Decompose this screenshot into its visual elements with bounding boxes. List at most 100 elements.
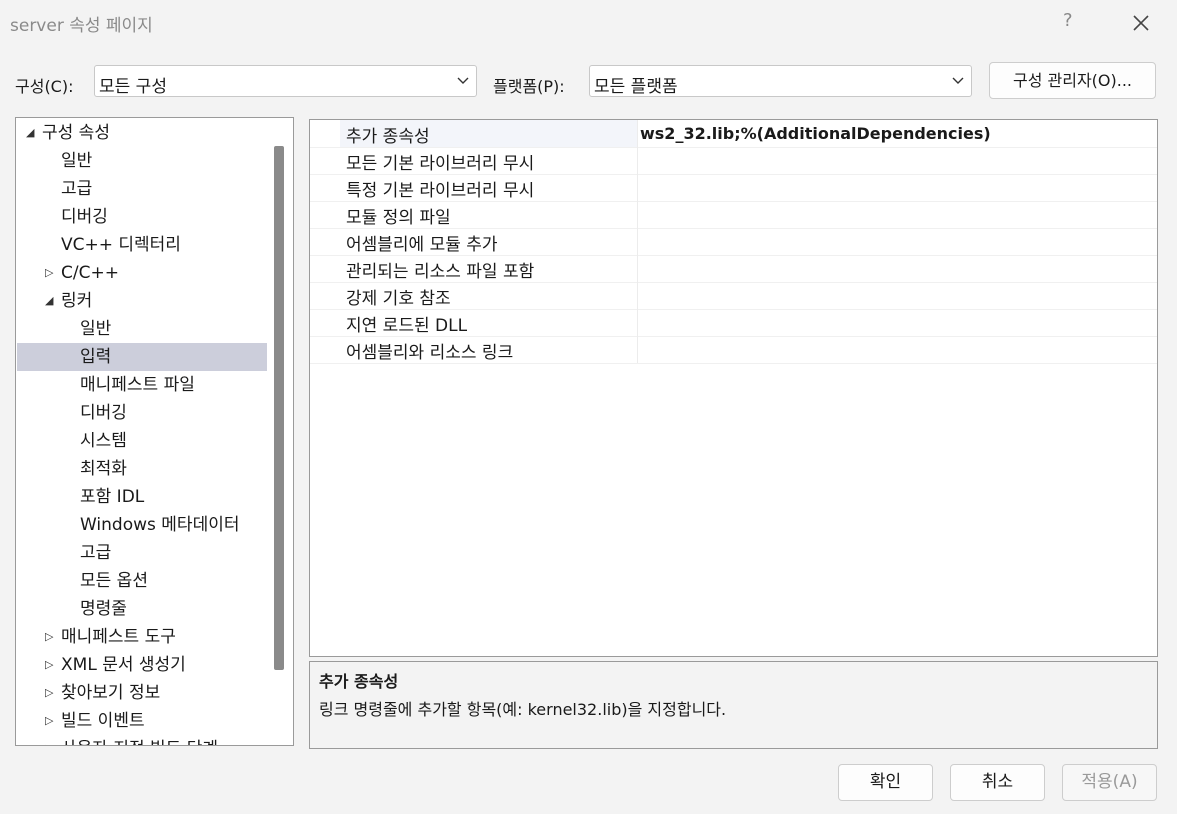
property-name: 추가 종속성 <box>346 127 430 147</box>
chevron-down-icon <box>952 77 964 84</box>
property-name: 지연 로드된 DLL <box>346 316 468 336</box>
column-divider <box>637 174 638 201</box>
property-row[interactable]: 어셈블리에 모듈 추가 <box>310 228 1157 256</box>
tree-item[interactable]: 일반 <box>17 315 267 343</box>
expand-arrow-icon[interactable]: ▷ <box>45 623 53 651</box>
tree-item-label: C/C++ <box>61 263 119 283</box>
column-divider <box>637 228 638 255</box>
tree-item-label: Windows 메타데이터 <box>80 515 240 535</box>
tree-item[interactable]: VC++ 디렉터리 <box>17 231 267 259</box>
collapse-arrow-icon[interactable]: ◢ <box>45 287 53 315</box>
close-icon[interactable] <box>1128 10 1154 36</box>
tree-item[interactable]: 명령줄 <box>17 595 267 623</box>
tree-scrollbar-thumb[interactable] <box>274 146 284 670</box>
description-title: 추가 종속성 <box>319 672 399 691</box>
window-title: server 속성 페이지 <box>10 16 153 36</box>
expand-arrow-icon[interactable]: ▷ <box>45 651 53 679</box>
tree-item[interactable]: Windows 메타데이터 <box>17 511 267 539</box>
tree-item[interactable]: ▷ 매니페스트 도구 <box>17 623 267 651</box>
config-label: 구성(C): <box>15 77 74 96</box>
property-name: 어셈블리에 모듈 추가 <box>346 235 498 255</box>
help-button[interactable]: ? <box>1063 10 1073 31</box>
column-divider <box>637 309 638 336</box>
tree-item[interactable]: ◢ 링커 <box>17 287 267 315</box>
property-row[interactable]: 어셈블리와 리소스 링크 <box>310 336 1157 364</box>
tree-item-label: 빌드 이벤트 <box>61 711 145 731</box>
expand-arrow-icon[interactable]: ▷ <box>45 707 53 735</box>
tree-item[interactable]: ▷ XML 문서 생성기 <box>17 651 267 679</box>
property-tree[interactable]: ◢ 구성 속성 일반 고급 디버깅 VC++ 디렉터리 ▷ C/C++ ◢ 링커 일반 입력 매니페스트… <box>15 117 294 746</box>
apply-button[interactable]: 적용(A) <box>1062 764 1157 801</box>
platform-dropdown-value: 모든 플랫폼 <box>594 77 678 97</box>
config-manager-button[interactable]: 구성 관리자(O)... <box>989 62 1156 99</box>
tree-item-label: 매니페스트 파일 <box>80 375 195 395</box>
description-text: 링크 명령줄에 추가할 항목(예: kernel32.lib)을 지정합니다. <box>319 700 727 719</box>
config-dropdown-value: 모든 구성 <box>99 77 167 97</box>
config-dropdown[interactable]: 모든 구성 <box>94 65 477 97</box>
tree-item[interactable]: 고급 <box>17 539 267 567</box>
tree-item[interactable]: ▷ 빌드 이벤트 <box>17 707 267 735</box>
tree-item-label: 입력 <box>80 347 112 367</box>
column-divider <box>637 120 638 147</box>
property-row[interactable]: 관리되는 리소스 파일 포함 <box>310 255 1157 283</box>
tree-item[interactable]: 입력 <box>17 343 267 371</box>
tree-item-label: VC++ 디렉터리 <box>61 235 181 255</box>
property-name: 어셈블리와 리소스 링크 <box>346 343 514 363</box>
tree-item-label: 명령줄 <box>80 599 127 619</box>
column-divider <box>637 336 638 363</box>
property-value[interactable]: ws2_32.lib;%(AdditionalDependencies) <box>640 124 991 143</box>
title-bar: server 속성 페이지 ? <box>0 0 1177 46</box>
tree-item-label: 디버깅 <box>61 207 108 227</box>
tree-item[interactable]: 최적화 <box>17 455 267 483</box>
property-name: 모든 기본 라이브러리 무시 <box>346 154 535 174</box>
property-row[interactable]: 특정 기본 라이브러리 무시 <box>310 174 1157 202</box>
tree-item[interactable]: 일반 <box>17 147 267 175</box>
platform-dropdown[interactable]: 모든 플랫폼 <box>589 65 972 97</box>
tree-item[interactable]: ▷ 찾아보기 정보 <box>17 679 267 707</box>
tree-item[interactable]: 모든 옵션 <box>17 567 267 595</box>
tree-item-label: 고급 <box>80 543 112 563</box>
tree-item[interactable]: 시스템 <box>17 427 267 455</box>
tree-item[interactable]: 디버깅 <box>17 399 267 427</box>
expand-arrow-icon[interactable]: ▷ <box>45 735 53 745</box>
property-row[interactable]: 모든 기본 라이브러리 무시 <box>310 147 1157 175</box>
tree-item-label: 구성 속성 <box>42 123 110 143</box>
property-name: 강제 기호 참조 <box>346 289 451 309</box>
tree-item-label: 포함 IDL <box>80 487 145 507</box>
column-divider <box>637 255 638 282</box>
ok-button[interactable]: 확인 <box>838 764 933 801</box>
cancel-button[interactable]: 취소 <box>950 764 1045 801</box>
tree-item[interactable]: ▷ 사용자 지정 빌드 단계 <box>17 735 267 745</box>
tree-item-label: 사용자 지정 빌드 단계 <box>61 735 218 745</box>
column-divider <box>637 282 638 309</box>
platform-label: 플랫폼(P): <box>493 77 565 96</box>
tree-item-label: 링커 <box>61 291 93 311</box>
tree-item[interactable]: 매니페스트 파일 <box>17 371 267 399</box>
expand-arrow-icon[interactable]: ▷ <box>45 259 53 287</box>
tree-item-label: 최적화 <box>80 459 127 479</box>
tree-item[interactable]: 고급 <box>17 175 267 203</box>
column-divider <box>637 147 638 174</box>
collapse-arrow-icon[interactable]: ◢ <box>26 119 34 147</box>
tree-item[interactable]: 포함 IDL <box>17 483 267 511</box>
property-row[interactable]: 강제 기호 참조 <box>310 282 1157 310</box>
tree-item[interactable]: ◢ 구성 속성 <box>17 119 267 147</box>
tree-item-label: 일반 <box>80 319 112 339</box>
tree-item[interactable]: 디버깅 <box>17 203 267 231</box>
property-row[interactable]: 지연 로드된 DLL <box>310 309 1157 337</box>
chevron-down-icon <box>457 77 469 84</box>
property-row[interactable]: 추가 종속성 ws2_32.lib;%(AdditionalDependencie… <box>310 120 1157 148</box>
expand-arrow-icon[interactable]: ▷ <box>45 679 53 707</box>
tree-item-label: 매니페스트 도구 <box>61 627 176 647</box>
property-grid[interactable]: 추가 종속성 ws2_32.lib;%(AdditionalDependencie… <box>309 119 1158 657</box>
tree-item[interactable]: ▷ C/C++ <box>17 259 267 287</box>
tree-item-label: XML 문서 생성기 <box>61 655 186 675</box>
tree-item-label: 일반 <box>61 151 93 171</box>
description-panel: 추가 종속성 링크 명령줄에 추가할 항목(예: kernel32.lib)을 … <box>309 661 1158 749</box>
property-name: 모듈 정의 파일 <box>346 208 451 228</box>
property-row[interactable]: 모듈 정의 파일 <box>310 201 1157 229</box>
tree-item-label: 디버깅 <box>80 403 127 423</box>
tree-item-label: 모든 옵션 <box>80 571 148 591</box>
property-name: 관리되는 리소스 파일 포함 <box>346 262 535 282</box>
property-name: 특정 기본 라이브러리 무시 <box>346 181 535 201</box>
